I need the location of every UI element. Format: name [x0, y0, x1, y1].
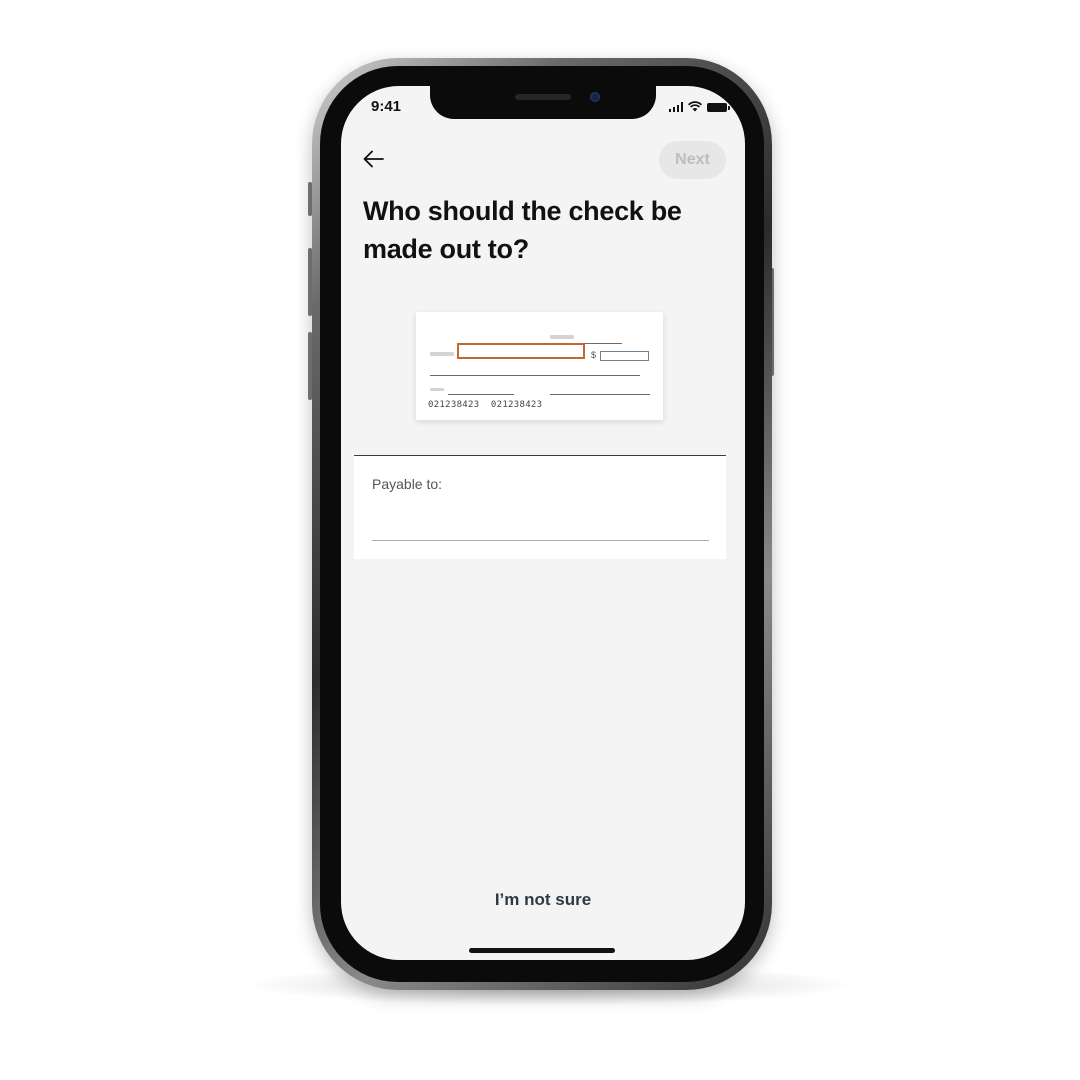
check-date-label: [550, 335, 574, 339]
check-written-amount-line: [430, 375, 640, 376]
phone-screen: 9:41 Next Who should the check be made o…: [341, 86, 745, 960]
payee-field-highlight: [457, 343, 585, 359]
page-title: Who should the check be made out to?: [363, 196, 682, 264]
not-sure-link[interactable]: I’m not sure: [341, 890, 745, 910]
speaker-grille: [515, 94, 571, 100]
status-time: 9:41: [371, 98, 402, 115]
check-payee-label: [430, 352, 454, 356]
notch: [430, 86, 656, 119]
payable-to-label: Payable to:: [372, 476, 443, 492]
status-icons: [668, 100, 730, 112]
check-memo-line: [448, 394, 514, 395]
check-routing-numbers: 021238423 021238423: [428, 400, 543, 410]
arrow-left-icon[interactable]: [361, 146, 387, 172]
signal-icon: [668, 102, 683, 112]
check-illustration: $ 021238423 021238423: [416, 312, 663, 420]
front-camera-icon: [590, 92, 600, 102]
check-dollar-sign: $: [591, 350, 597, 360]
check-memo-label: [430, 388, 444, 391]
wifi-icon: [688, 101, 702, 112]
payable-to-input[interactable]: [372, 504, 709, 541]
next-button[interactable]: Next: [659, 141, 726, 179]
payable-to-card: Payable to:: [354, 456, 726, 559]
battery-icon: [707, 103, 730, 112]
check-signature-line: [550, 394, 650, 395]
home-indicator[interactable]: [469, 948, 615, 953]
check-amount-box: [600, 351, 649, 361]
